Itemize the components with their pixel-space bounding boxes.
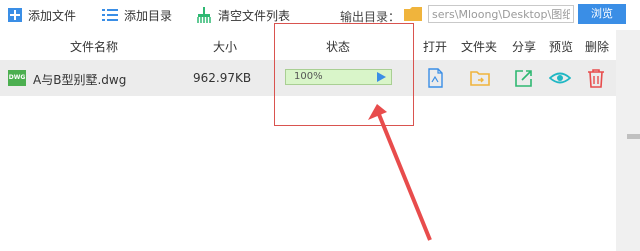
- share-icon[interactable]: [513, 67, 535, 89]
- play-icon[interactable]: [377, 72, 386, 82]
- header-folder: 文件夹: [461, 40, 498, 54]
- add-directory-button[interactable]: 添加目录: [102, 4, 172, 26]
- folder-icon[interactable]: [404, 7, 422, 21]
- progress-bar: 100%: [285, 69, 392, 85]
- file-name: A与B型别墅.dwg: [33, 73, 127, 87]
- trash-icon[interactable]: [585, 67, 607, 89]
- header-size: 大小: [213, 40, 238, 54]
- output-dir-label: 输出目录：: [340, 10, 401, 24]
- header-filename: 文件名称: [70, 40, 119, 54]
- plus-icon: [8, 8, 22, 22]
- document-icon[interactable]: [424, 67, 446, 89]
- eye-icon[interactable]: [549, 67, 571, 89]
- open-folder-icon[interactable]: [469, 67, 491, 89]
- header-delete: 删除: [585, 40, 610, 54]
- clear-list-label: 清空文件列表: [218, 8, 291, 23]
- clear-list-button[interactable]: 清空文件列表: [196, 4, 290, 26]
- table-header: 文件名称 大小 状态 打开 文件夹 分享 预览 删除: [0, 30, 616, 58]
- output-path-input[interactable]: [428, 5, 574, 23]
- add-file-button[interactable]: 添加文件: [8, 4, 76, 26]
- table-row[interactable]: DWG A与B型别墅.dwg 962.97KB 100%: [0, 60, 616, 96]
- header-status: 状态: [326, 40, 351, 54]
- scrollbar-thumb[interactable]: [627, 134, 640, 139]
- vertical-scrollbar[interactable]: [616, 30, 640, 251]
- add-directory-label: 添加目录: [124, 8, 173, 23]
- add-file-label: 添加文件: [28, 8, 77, 23]
- header-open: 打开: [423, 40, 448, 54]
- header-share: 分享: [512, 40, 537, 54]
- broom-icon: [197, 7, 211, 23]
- browse-button[interactable]: 浏览: [578, 4, 626, 24]
- toolbar: 添加文件 添加目录 清空文件列表 输出目录： 浏览: [0, 0, 640, 30]
- header-preview: 预览: [549, 40, 574, 54]
- dwg-file-icon: DWG: [8, 70, 26, 86]
- file-size: 962.97KB: [193, 71, 252, 85]
- progress-text: 100%: [294, 71, 323, 82]
- list-icon: [102, 9, 118, 21]
